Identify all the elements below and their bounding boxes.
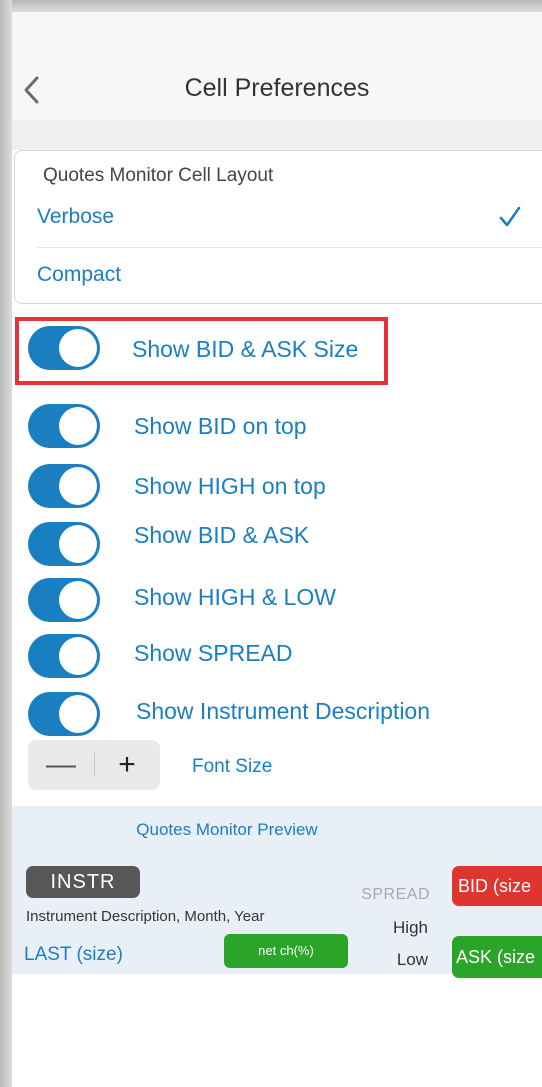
increase-font-button[interactable]: + bbox=[94, 740, 160, 790]
frame-top-edge bbox=[0, 0, 542, 12]
preview-title: Quotes Monitor Preview bbox=[136, 820, 318, 839]
toggle-spread[interactable] bbox=[28, 634, 100, 678]
high-label: High bbox=[393, 918, 428, 937]
spread-label: SPREAD bbox=[361, 886, 430, 903]
bid-badge: BID (size bbox=[452, 866, 542, 906]
option-divider bbox=[37, 247, 542, 248]
toggle-label-bid-ask: Show BID & ASK bbox=[134, 522, 310, 548]
toggle-bid-on-top[interactable] bbox=[28, 404, 100, 448]
toggle-knob bbox=[59, 637, 97, 675]
highlight-box bbox=[15, 317, 388, 385]
toggle-knob bbox=[59, 467, 97, 505]
cell-layout-group: Quotes Monitor Cell Layout Verbose Compa… bbox=[14, 150, 542, 304]
page-title: Cell Preferences bbox=[184, 74, 370, 102]
toggle-high-on-top[interactable] bbox=[28, 464, 100, 508]
font-size-label: Font Size bbox=[192, 756, 273, 777]
toggle-label-bid-on-top: Show BID on top bbox=[134, 413, 307, 439]
last-price-label: LAST (size) bbox=[24, 944, 123, 965]
frame-left-edge bbox=[0, 0, 12, 1087]
toggle-row-spread: Show SPREAD bbox=[12, 632, 542, 682]
toggle-row-high-low: Show HIGH & LOW bbox=[12, 576, 542, 626]
toggle-bid-ask[interactable] bbox=[28, 522, 100, 566]
toggle-knob bbox=[59, 695, 97, 733]
decrease-font-button[interactable]: — bbox=[28, 740, 94, 790]
nav-bar: Cell Preferences bbox=[12, 12, 542, 120]
quotes-monitor-preview: Quotes Monitor Preview INSTR Instrument … bbox=[12, 806, 542, 978]
toggle-row-bid-ask: Show BID & ASK bbox=[12, 520, 542, 570]
device-frame: Cell Preferences Quotes Monitor Cell Lay… bbox=[0, 0, 542, 1087]
toggle-label-instrument-description: Show Instrument Description bbox=[136, 698, 431, 724]
screen: Cell Preferences Quotes Monitor Cell Lay… bbox=[12, 12, 542, 1087]
toggle-high-low[interactable] bbox=[28, 578, 100, 622]
instrument-badge: INSTR bbox=[26, 866, 140, 898]
layout-option-verbose[interactable]: Verbose bbox=[37, 205, 114, 229]
toggle-row-instrument-description: Show Instrument Description bbox=[12, 690, 542, 740]
toggle-knob bbox=[59, 581, 97, 619]
instrument-description: Instrument Description, Month, Year bbox=[26, 908, 265, 925]
section-gap bbox=[12, 120, 542, 150]
font-size-stepper: — + bbox=[28, 740, 160, 790]
ask-badge: ASK (size bbox=[452, 936, 542, 978]
toggle-row-bid-on-top: Show BID on top bbox=[12, 402, 542, 452]
cell-layout-header: Quotes Monitor Cell Layout bbox=[43, 165, 274, 186]
checkmark-icon bbox=[499, 206, 521, 227]
toggle-label-high-low: Show HIGH & LOW bbox=[134, 584, 336, 610]
net-change-badge: net ch(%) bbox=[224, 934, 348, 968]
toggle-instrument-description[interactable] bbox=[28, 692, 100, 736]
toggle-knob bbox=[59, 407, 97, 445]
toggle-label-high-on-top: Show HIGH on top bbox=[134, 473, 326, 499]
toggle-row-high-on-top: Show HIGH on top bbox=[12, 464, 542, 514]
layout-option-compact[interactable]: Compact bbox=[37, 263, 121, 287]
low-label: Low bbox=[396, 950, 428, 969]
toggle-label-spread: Show SPREAD bbox=[134, 640, 293, 666]
toggle-knob bbox=[59, 525, 97, 563]
